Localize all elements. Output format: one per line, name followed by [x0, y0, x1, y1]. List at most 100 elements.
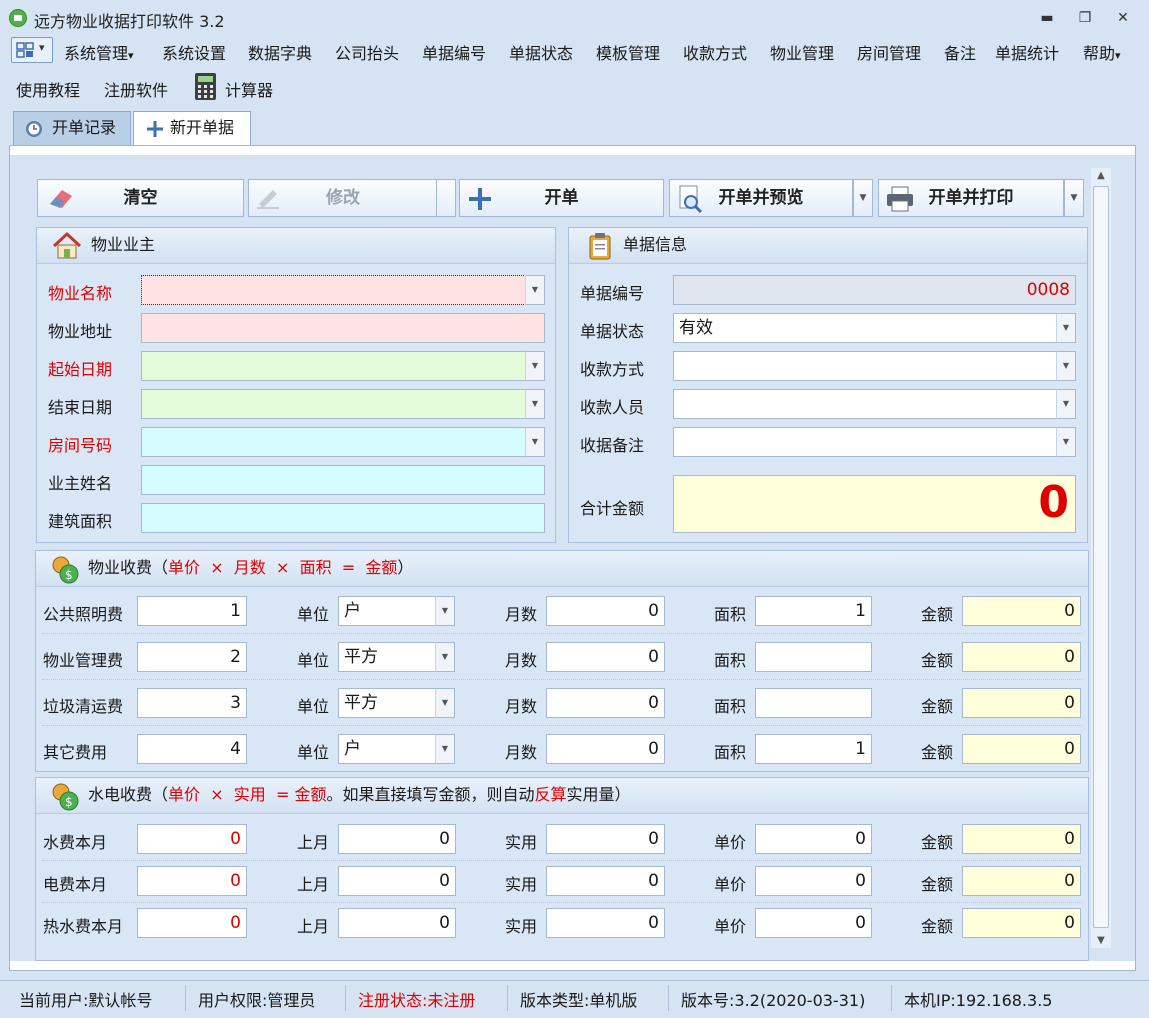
end-date-field[interactable] — [141, 389, 526, 419]
minimize-button[interactable]: ▬ — [1033, 6, 1061, 30]
fee-amount-field[interactable]: 0 — [962, 642, 1081, 672]
receipt-number-field: 0008 — [673, 275, 1076, 305]
print-dropdown-button[interactable]: ▼ — [1064, 179, 1084, 217]
tab-receipt-records[interactable]: 开单记录 — [13, 111, 131, 145]
coins-icon: $ — [52, 556, 79, 584]
clear-button[interactable]: 清空 — [37, 179, 244, 217]
receipt-note-dropdown[interactable]: ▼ — [1056, 427, 1076, 457]
payment-method-select[interactable] — [673, 351, 1057, 381]
preview-dropdown-button[interactable]: ▼ — [853, 179, 873, 217]
fee-amount-field[interactable]: 0 — [962, 688, 1081, 718]
utility-amount-field[interactable]: 0 — [962, 908, 1081, 938]
menu-calculator[interactable]: 计算器 — [225, 77, 273, 101]
room-label: 房间号码 — [48, 436, 113, 455]
fee-area-label: 面积 — [714, 743, 747, 762]
menu-help[interactable]: 帮助▾ — [1083, 40, 1121, 64]
fee-unit-dropdown[interactable]: ▼ — [435, 596, 455, 626]
utility-last-field[interactable]: 0 — [338, 824, 456, 854]
utility-price-field[interactable]: 0 — [755, 866, 872, 896]
utility-amount-field[interactable]: 0 — [962, 824, 1081, 854]
collector-dropdown[interactable]: ▼ — [1056, 389, 1076, 419]
fee-price-field[interactable]: 4 — [137, 734, 247, 764]
close-button[interactable]: ✕ — [1109, 6, 1137, 30]
menu-payment-method[interactable]: 收款方式 — [683, 40, 747, 64]
room-field[interactable] — [141, 427, 526, 457]
menu-notes[interactable]: 备注 — [944, 40, 976, 64]
create-print-button[interactable]: 开单并打印 — [878, 179, 1064, 217]
menu-receipt-statistics[interactable]: 单据统计 — [995, 40, 1059, 64]
utility-current-field[interactable]: 0 — [137, 866, 247, 896]
utility-current-field[interactable]: 0 — [137, 824, 247, 854]
fee-area-field[interactable]: 1 — [755, 734, 872, 764]
menu-receipt-status[interactable]: 单据状态 — [509, 40, 573, 64]
scroll-down-icon[interactable]: ▼ — [1093, 935, 1109, 946]
fee-unit-select[interactable]: 平方 — [338, 642, 436, 672]
collector-select[interactable] — [673, 389, 1057, 419]
edit-dropdown-button[interactable] — [436, 179, 456, 217]
end-date-dropdown[interactable]: ▼ — [525, 389, 545, 419]
edit-button[interactable]: 修改 — [248, 179, 438, 217]
utility-price-field[interactable]: 0 — [755, 824, 872, 854]
fee-unit-dropdown[interactable]: ▼ — [435, 642, 455, 672]
menu-system-settings[interactable]: 系统设置 — [162, 40, 226, 64]
utility-last-field[interactable]: 0 — [338, 866, 456, 896]
utility-current-field[interactable]: 0 — [137, 908, 247, 938]
fee-amount-label: 金额 — [921, 743, 954, 762]
owner-name-field[interactable] — [141, 465, 545, 495]
fee-unit-select[interactable]: 户 — [338, 734, 436, 764]
menu-property-management[interactable]: 物业管理 — [770, 40, 834, 64]
utility-usage-field[interactable]: 0 — [546, 908, 665, 938]
menu-data-dictionary[interactable]: 数据字典 — [248, 40, 312, 64]
menu-register[interactable]: 注册软件 — [104, 77, 168, 101]
fee-unit-dropdown[interactable]: ▼ — [435, 734, 455, 764]
start-date-dropdown[interactable]: ▼ — [525, 351, 545, 381]
fee-unit-select[interactable]: 平方 — [338, 688, 436, 718]
fee-area-field[interactable] — [755, 688, 872, 718]
start-date-field[interactable] — [141, 351, 526, 381]
utility-amount-field[interactable]: 0 — [962, 866, 1081, 896]
fee-area-field[interactable]: 1 — [755, 596, 872, 626]
calculator-icon[interactable] — [195, 73, 216, 100]
receipt-status-dropdown[interactable]: ▼ — [1056, 313, 1076, 343]
create-preview-button[interactable]: 开单并预览 — [669, 179, 853, 217]
scroll-up-icon[interactable]: ▲ — [1093, 170, 1109, 181]
fee-unit-dropdown[interactable]: ▼ — [435, 688, 455, 718]
area-field[interactable] — [141, 503, 545, 533]
fee-months-field[interactable]: 0 — [546, 596, 665, 626]
fee-months-field[interactable]: 0 — [546, 734, 665, 764]
fee-unit-select[interactable]: 户 — [338, 596, 436, 626]
app-menu-button[interactable]: ▾ — [11, 37, 53, 63]
status-divider — [891, 985, 892, 1011]
receipt-status-select[interactable]: 有效 — [673, 313, 1057, 343]
utility-amount-label: 金额 — [921, 875, 954, 894]
pencil-icon — [257, 190, 279, 209]
property-name-dropdown[interactable]: ▼ — [525, 275, 545, 305]
menu-template-management[interactable]: 模板管理 — [596, 40, 660, 64]
fee-amount-field[interactable]: 0 — [962, 734, 1081, 764]
tab-new-receipt[interactable]: 新开单据 — [133, 111, 251, 146]
utility-usage-field[interactable]: 0 — [546, 824, 665, 854]
create-button[interactable]: 开单 — [459, 179, 664, 217]
utility-usage-field[interactable]: 0 — [546, 866, 665, 896]
property-name-field[interactable] — [141, 275, 526, 305]
utility-price-field[interactable]: 0 — [755, 908, 872, 938]
fee-amount-field[interactable]: 0 — [962, 596, 1081, 626]
room-dropdown[interactable]: ▼ — [525, 427, 545, 457]
fee-price-field[interactable]: 3 — [137, 688, 247, 718]
address-field[interactable] — [141, 313, 545, 343]
menu-room-management[interactable]: 房间管理 — [857, 40, 921, 64]
scrollbar-thumb[interactable] — [1093, 186, 1109, 928]
menu-receipt-number[interactable]: 单据编号 — [422, 40, 486, 64]
menu-tutorial[interactable]: 使用教程 — [16, 77, 80, 101]
fee-months-field[interactable]: 0 — [546, 642, 665, 672]
fee-months-field[interactable]: 0 — [546, 688, 665, 718]
restore-button[interactable]: ❐ — [1071, 6, 1099, 30]
utility-last-field[interactable]: 0 — [338, 908, 456, 938]
fee-price-field[interactable]: 2 — [137, 642, 247, 672]
menu-system-management[interactable]: 系统管理▾ — [64, 40, 134, 64]
receipt-note-select[interactable] — [673, 427, 1057, 457]
payment-method-dropdown[interactable]: ▼ — [1056, 351, 1076, 381]
fee-price-field[interactable]: 1 — [137, 596, 247, 626]
fee-area-field[interactable] — [755, 642, 872, 672]
menu-company-header[interactable]: 公司抬头 — [335, 40, 399, 64]
